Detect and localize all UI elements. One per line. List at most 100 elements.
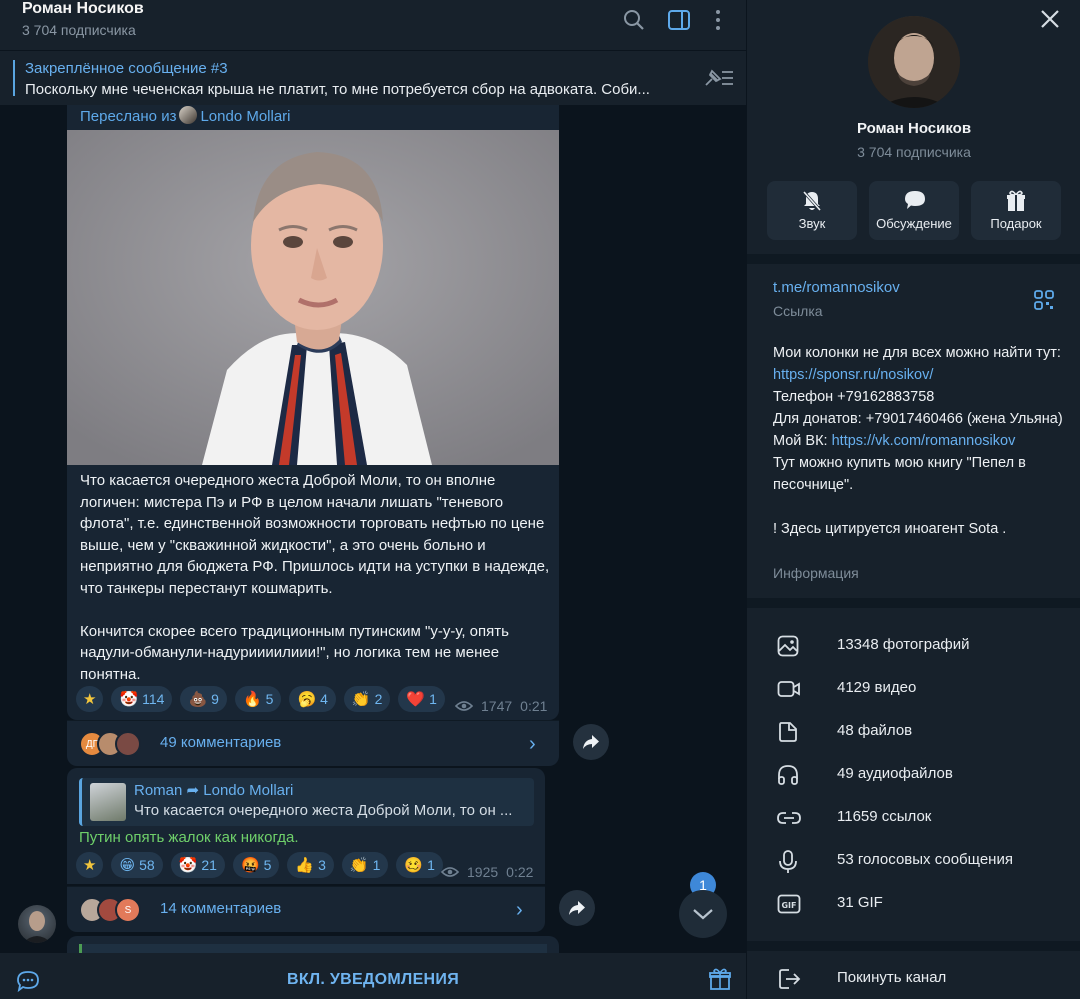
link-caption: Ссылка <box>773 303 823 319</box>
reactions-bar: ★ 🤡 114 💩 9 🔥 5 🥱 4 👏 2 ❤️ 1 <box>76 686 445 712</box>
subscriber-count: 3 704 подписчика <box>22 22 136 38</box>
sponsr-link[interactable]: https://sponsr.ru/nosikov/ <box>773 367 933 383</box>
forwarded-source[interactable]: Londo Mollari <box>200 108 290 125</box>
reply-quote[interactable]: Roman ➦ Londo Mollari Что касается очере… <box>79 778 534 826</box>
bottom-bar: ВКЛ. УВЕДОМЛЕНИЯ <box>0 953 746 999</box>
leave-label: Покинуть канал <box>837 969 947 986</box>
reaction-chip[interactable]: 🥱 4 <box>289 686 336 712</box>
link-icon <box>777 812 801 824</box>
share-arrow-icon <box>569 901 585 915</box>
reaction-emoji: 😁 <box>119 857 136 874</box>
reaction-chip[interactable]: ★ <box>76 686 104 712</box>
post-meta: 1747 0:21 <box>455 698 547 714</box>
reaction-chip[interactable]: 👏 2 <box>343 686 391 712</box>
mute-button[interactable]: Звук <box>767 181 857 240</box>
reaction-chip[interactable]: 👍 3 <box>287 852 334 878</box>
reaction-chip[interactable]: ★ <box>76 852 104 878</box>
reaction-chip[interactable]: 🤡 114 <box>111 686 173 712</box>
channel-link[interactable]: t.me/romannosikov <box>773 279 900 296</box>
reaction-count: 1 <box>429 691 437 707</box>
discussion-icon[interactable] <box>16 969 40 993</box>
author-avatar[interactable] <box>18 905 56 943</box>
reaction-emoji: 🤡 <box>178 857 198 874</box>
chat-header: Роман Носиков 3 704 подписчика <box>0 0 746 50</box>
share-button[interactable] <box>559 890 595 926</box>
media-voice[interactable]: 53 голосовых сообщения <box>747 840 1080 883</box>
post-paragraph: Кончится скорее всего традиционным путин… <box>80 622 509 683</box>
channel-title[interactable]: Роман Носиков <box>22 0 144 18</box>
reply-thumbnail <box>90 783 126 821</box>
reaction-chip[interactable]: 👏 1 <box>341 852 389 878</box>
reaction-count: 1 <box>427 857 435 873</box>
media-links[interactable]: 11659 ссылок <box>747 797 1080 840</box>
comments-bar[interactable]: ДГ 49 комментариев › <box>67 720 559 766</box>
scroll-down-button[interactable] <box>679 890 727 938</box>
reaction-chip[interactable]: 🥴 1 <box>396 852 443 878</box>
post-photo[interactable] <box>67 130 559 465</box>
media-videos[interactable]: 4129 видео <box>747 668 1080 711</box>
mute-bell-icon <box>802 191 822 211</box>
media-label: 49 аудиофайлов <box>837 765 953 782</box>
about-text: Мой ВК: <box>773 433 832 449</box>
about-notice: ! Здесь цитируется иноагент Sota . <box>773 521 1007 537</box>
chat-area: Переслано из Londo Mollari Что касается … <box>0 0 746 999</box>
reaction-chip[interactable]: 💩 9 <box>180 686 227 712</box>
channel-subscribers: 3 704 подписчика <box>857 144 971 160</box>
search-icon[interactable] <box>622 8 646 32</box>
reaction-count: 58 <box>139 857 155 873</box>
forwarded-header[interactable]: Переслано из Londo Mollari <box>80 106 291 125</box>
share-arrow-icon <box>583 735 599 749</box>
leave-channel-button[interactable]: Покинуть канал <box>747 958 1080 999</box>
channel-post[interactable]: Переслано из Londo Mollari Что касается … <box>67 104 559 720</box>
comments-count[interactable]: 14 комментариев <box>160 900 281 917</box>
reaction-emoji: 👍 <box>295 857 315 874</box>
pinned-indicator <box>13 60 15 96</box>
pinned-message-bar[interactable]: Закреплённое сообщение #3 Поскольку мне … <box>0 50 746 105</box>
gif-icon: GIF <box>777 894 801 914</box>
channel-avatar[interactable] <box>868 16 960 108</box>
reaction-count: 21 <box>201 857 217 873</box>
media-label: 53 голосовых сообщения <box>837 851 1013 868</box>
comments-count[interactable]: 49 комментариев <box>160 734 281 751</box>
about-phone: Телефон +79162883758 <box>773 389 935 405</box>
post-text: Путин опять жалок как никогда. <box>79 829 299 846</box>
forwarded-prefix: Переслано из <box>80 108 177 125</box>
discussion-button[interactable]: Обсуждение <box>869 181 959 240</box>
media-photos[interactable]: 13348 фотографий <box>747 625 1080 668</box>
reaction-chip[interactable]: ❤️ 1 <box>398 686 445 712</box>
reply-to: Londo Mollari <box>203 782 294 799</box>
pinned-text: Поскольку мне чеченская крыша не платит,… <box>25 81 650 98</box>
gift-button[interactable]: Подарок <box>971 181 1061 240</box>
media-label: 48 файлов <box>837 722 913 739</box>
reaction-chip[interactable]: 🔥 5 <box>234 686 282 712</box>
reaction-count: 2 <box>374 691 383 707</box>
reaction-emoji: ★ <box>83 691 97 708</box>
comments-bar[interactable]: S 14 комментариев › <box>67 886 545 932</box>
views-count: 1925 <box>467 864 499 880</box>
channel-description: Мои колонки не для всех можно найти тут:… <box>773 342 1068 540</box>
reaction-chip[interactable]: 🤬 5 <box>232 852 280 878</box>
close-icon[interactable] <box>1039 8 1061 30</box>
media-files[interactable]: 48 файлов <box>747 711 1080 754</box>
reaction-emoji: 🤡 <box>119 691 139 708</box>
more-vertical-icon[interactable] <box>706 8 730 32</box>
media-label: 11659 ссылок <box>837 808 932 825</box>
media-audio[interactable]: 49 аудиофайлов <box>747 754 1080 797</box>
reply-text: Что касается очередного жеста Доброй Мол… <box>134 802 513 819</box>
sidebar-toggle-icon[interactable] <box>667 8 691 32</box>
qr-code-icon[interactable] <box>1034 290 1054 310</box>
enable-notifications-button[interactable]: ВКЛ. УВЕДОМЛЕНИЯ <box>0 953 746 999</box>
pinned-title: Закреплённое сообщение #3 <box>25 60 228 77</box>
reaction-chip[interactable]: 😁 58 <box>111 852 163 878</box>
media-gifs[interactable]: GIF 31 GIF <box>747 883 1080 926</box>
reaction-chip[interactable]: 🤡 21 <box>170 852 225 878</box>
svg-text:GIF: GIF <box>781 901 796 910</box>
headphones-icon <box>778 765 798 785</box>
post-meta: 1925 0:22 <box>441 864 533 880</box>
gift-icon[interactable] <box>708 967 732 991</box>
vk-link[interactable]: https://vk.com/romannosikov <box>832 433 1016 449</box>
channel-info-panel: Роман Носиков 3 704 подписчика Звук Обсу… <box>746 0 1080 999</box>
pinned-list-icon[interactable] <box>702 67 734 89</box>
share-button[interactable] <box>573 724 609 760</box>
